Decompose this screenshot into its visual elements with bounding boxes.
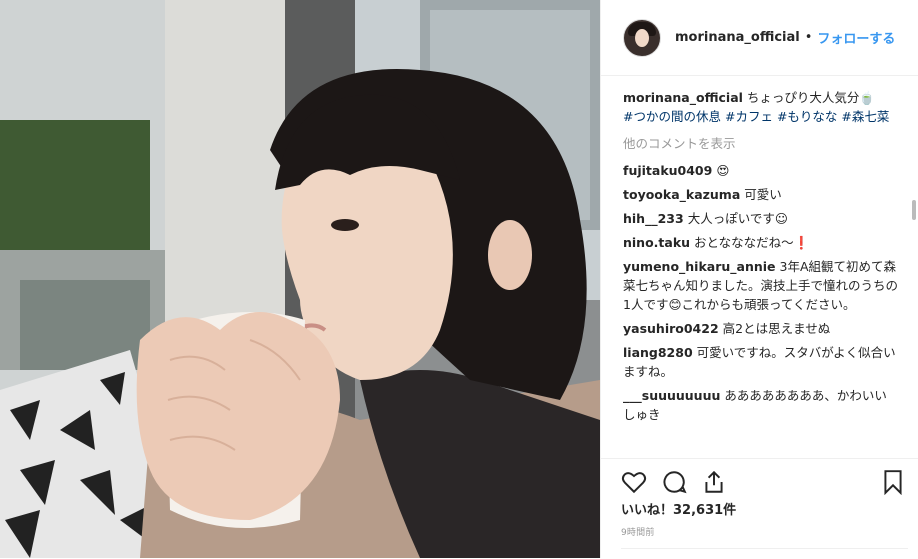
hashtag[interactable]: #カフェ	[725, 109, 773, 124]
comment-text: 高2とは思えませぬ	[722, 321, 831, 336]
add-comment-divider	[621, 548, 908, 559]
comment-username[interactable]: yumeno_hikaru_annie	[623, 259, 776, 274]
comment-text: おとなななだね〜❗	[694, 235, 810, 250]
comment: nino.taku おとなななだね〜❗	[623, 233, 898, 252]
comment-username[interactable]: yasuhiro0422	[623, 321, 719, 336]
instagram-post: morinana_official • フォローする morinana_offi…	[0, 0, 918, 558]
comment-username[interactable]: fujitaku0409	[623, 163, 712, 178]
post-header: morinana_official • フォローする	[601, 0, 918, 76]
caption-text: ちょっぴり大人気分🍵	[746, 90, 875, 105]
post-time[interactable]: 9時間前	[621, 525, 655, 538]
heart-icon[interactable]	[621, 469, 647, 495]
bookmark-icon[interactable]	[880, 469, 906, 495]
comment-username[interactable]: ___suuuuuuuu	[623, 388, 720, 403]
caption-username[interactable]: morinana_official	[623, 90, 743, 105]
avatar[interactable]	[623, 18, 661, 57]
comment-username[interactable]: liang8280	[623, 345, 693, 360]
photo-illustration	[0, 0, 600, 558]
post-side-panel: morinana_official • フォローする morinana_offi…	[600, 0, 918, 558]
comments-scrollbar[interactable]	[912, 200, 916, 220]
comment: fujitaku0409 😍	[623, 161, 898, 180]
comment: toyooka_kazuma 可愛い	[623, 185, 898, 204]
comment-username[interactable]: toyooka_kazuma	[623, 187, 740, 202]
comment: yumeno_hikaru_annie 3年A組観て初めて森菜七ちゃん知りました。…	[623, 257, 898, 314]
comment: ___suuuuuuuu ああああああああ、かわいいしゅき	[623, 386, 898, 424]
hashtag[interactable]: #森七菜	[841, 109, 889, 124]
comment-text: 😍	[716, 163, 730, 178]
comment-username[interactable]: nino.taku	[623, 235, 690, 250]
caption: morinana_official ちょっぴり大人気分🍵 #つかの間の休息 #カフ…	[623, 88, 898, 126]
comment-username[interactable]: hih__233	[623, 211, 684, 226]
comment-text: 大人っぽいです☺	[687, 211, 788, 226]
comment-icon[interactable]	[661, 469, 687, 495]
comment: yasuhiro0422 高2とは思えませぬ	[623, 319, 898, 338]
hashtag[interactable]: #つかの間の休息	[623, 109, 721, 124]
header-username[interactable]: morinana_official	[675, 30, 800, 45]
action-bar	[601, 458, 918, 498]
separator-dot: •	[804, 30, 813, 45]
post-photo[interactable]	[0, 0, 600, 558]
follow-button[interactable]: フォローする	[817, 28, 895, 47]
hashtag[interactable]: #もりなな	[777, 109, 837, 124]
comment: liang8280 可愛いですね。スタバがよく似合いますね。	[623, 343, 898, 381]
view-more-comments[interactable]: 他のコメントを表示	[623, 134, 898, 153]
comment: hih__233 大人っぽいです☺	[623, 209, 898, 228]
like-count[interactable]: いいね！32,631件	[621, 499, 736, 518]
comments-list[interactable]: morinana_official ちょっぴり大人気分🍵 #つかの間の休息 #カフ…	[601, 76, 908, 458]
comment-text: 可愛い	[744, 187, 782, 202]
share-icon[interactable]	[701, 469, 727, 495]
